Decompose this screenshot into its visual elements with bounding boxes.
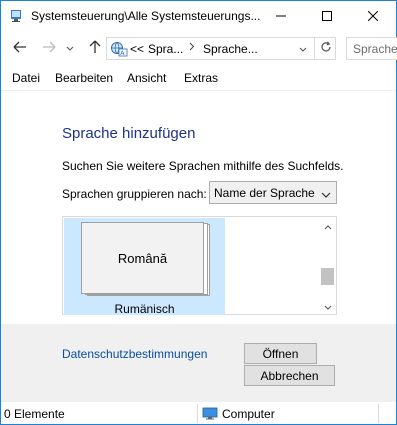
menu-bar: Datei Bearbeiten Ansicht Extras bbox=[1, 64, 396, 91]
window: Systemsteuerung\Alle Systemsteuerungs... bbox=[0, 0, 397, 425]
cancel-button[interactable]: Abbrechen bbox=[244, 365, 335, 386]
scroll-thumb[interactable] bbox=[321, 268, 334, 285]
language-icon: A bbox=[110, 40, 128, 58]
open-button[interactable]: Öffnen bbox=[244, 343, 317, 364]
search-input[interactable]: Sprache bbox=[346, 37, 397, 60]
breadcrumb-add-language[interactable]: Sprache... bbox=[203, 42, 258, 56]
chevron-down-icon bbox=[66, 41, 74, 55]
recent-locations-button[interactable] bbox=[63, 38, 77, 58]
window-title: Systemsteuerung\Alle Systemsteuerungs... bbox=[31, 9, 261, 23]
main-content: Sprache hinzufügen Suchen Sie weitere Sp… bbox=[1, 91, 396, 324]
privacy-link[interactable]: Datenschutzbestimmungen bbox=[62, 347, 207, 361]
status-divider bbox=[197, 404, 198, 423]
status-divider bbox=[378, 404, 379, 423]
group-by-label: Sprachen gruppieren nach: bbox=[62, 187, 207, 201]
control-panel-icon bbox=[9, 9, 23, 23]
arrow-left-icon bbox=[13, 41, 27, 56]
title-bar[interactable]: Systemsteuerung\Alle Systemsteuerungs... bbox=[1, 1, 396, 32]
minimize-button[interactable] bbox=[258, 1, 304, 32]
item-count: 0 Elemente bbox=[4, 407, 65, 421]
language-tile-romanian[interactable]: Română Rumänisch bbox=[64, 218, 225, 316]
search-placeholder: Sprache bbox=[353, 42, 397, 56]
language-native-name: Română bbox=[81, 222, 204, 294]
navigation-bar: A << Spra... Sprache... Sprache bbox=[1, 32, 397, 64]
scroll-up-button[interactable] bbox=[319, 217, 336, 234]
close-button[interactable] bbox=[350, 1, 396, 32]
close-icon bbox=[367, 10, 379, 24]
language-name: Rumänisch bbox=[114, 302, 175, 316]
address-dropdown-button[interactable] bbox=[294, 37, 312, 60]
address-overflow[interactable]: << bbox=[130, 42, 144, 56]
scroll-down-button[interactable] bbox=[319, 297, 336, 314]
chevron-down-icon bbox=[324, 299, 332, 313]
menu-view[interactable]: Ansicht bbox=[127, 71, 166, 85]
maximize-icon bbox=[322, 10, 332, 24]
page-description: Suchen Sie weitere Sprachen mithilfe des… bbox=[62, 159, 344, 173]
chevron-up-icon bbox=[324, 219, 332, 233]
status-bar: 0 Elemente Computer bbox=[1, 401, 396, 424]
page-title: Sprache hinzufügen bbox=[62, 125, 196, 142]
chevron-down-icon bbox=[299, 42, 307, 56]
arrow-right-icon bbox=[42, 41, 56, 56]
menu-extras[interactable]: Extras bbox=[184, 71, 218, 85]
group-by-value: Name der Sprache bbox=[214, 186, 315, 200]
maximize-button[interactable] bbox=[304, 1, 350, 32]
chevron-down-icon bbox=[321, 188, 331, 202]
language-list[interactable]: Română Rumänisch bbox=[62, 216, 337, 316]
breadcrumb-language[interactable]: Spra... bbox=[148, 42, 183, 56]
menu-file[interactable]: Datei bbox=[12, 71, 40, 85]
forward-button[interactable] bbox=[39, 38, 59, 58]
computer-icon bbox=[202, 407, 218, 420]
breadcrumb-separator-icon[interactable] bbox=[189, 42, 195, 54]
refresh-icon bbox=[320, 41, 332, 56]
minimize-icon bbox=[276, 10, 286, 24]
menu-edit[interactable]: Bearbeiten bbox=[55, 71, 113, 85]
back-button[interactable] bbox=[10, 38, 30, 58]
refresh-button[interactable] bbox=[314, 37, 336, 60]
dialog-footer: Datenschutzbestimmungen Öffnen Abbrechen bbox=[1, 324, 396, 401]
arrow-up-icon bbox=[89, 40, 101, 57]
zone-label: Computer bbox=[222, 407, 275, 421]
up-button[interactable] bbox=[85, 38, 105, 58]
list-scrollbar[interactable] bbox=[319, 217, 336, 314]
group-by-select[interactable]: Name der Sprache bbox=[209, 181, 337, 204]
